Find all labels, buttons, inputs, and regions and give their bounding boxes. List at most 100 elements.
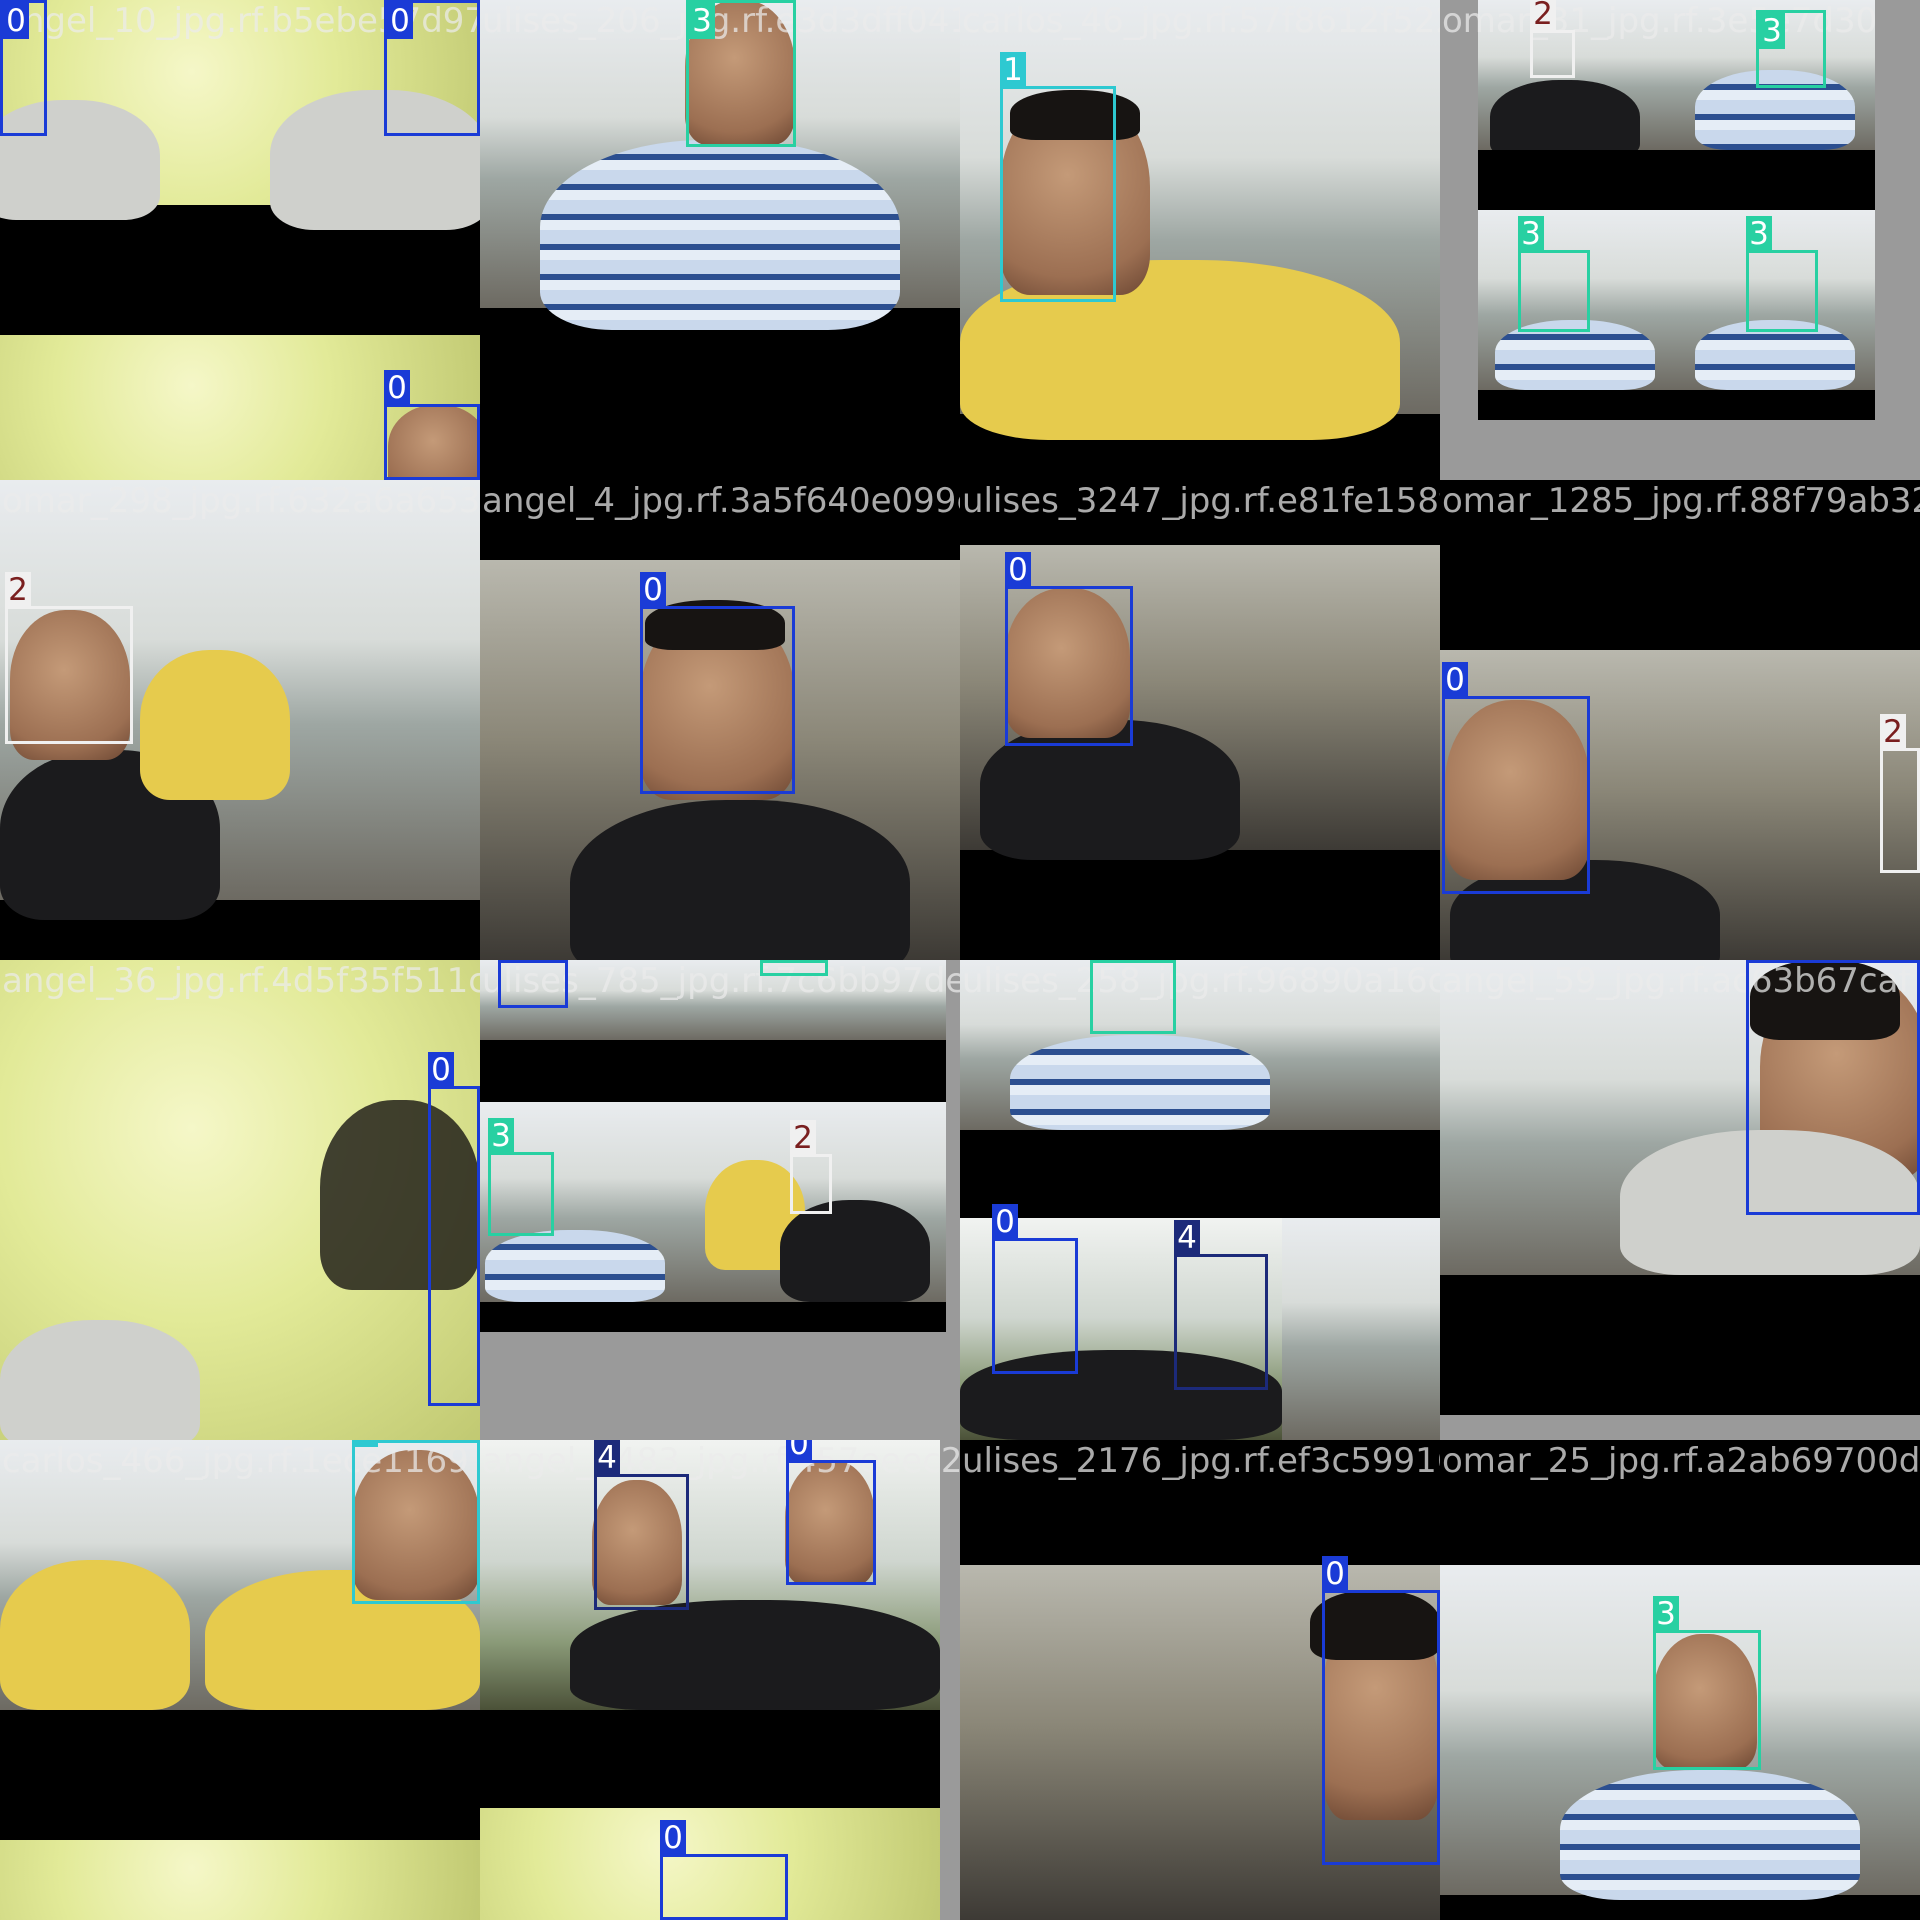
class-label: 0	[1442, 662, 1468, 698]
mosaic-tile: ulises_206_jpg.rf.e3d3dff041 3	[480, 0, 960, 480]
image-filename: angel_4_jpg.rf.3a5f640e099e	[482, 481, 960, 521]
class-label: 2	[1530, 0, 1556, 32]
bounding-box: 0	[992, 1204, 1078, 1374]
class-label: 0	[387, 3, 413, 39]
letterbox	[1478, 150, 1875, 210]
bounding-box: 4	[594, 1440, 689, 1610]
class-label: 3	[689, 3, 715, 39]
class-label: 2	[1880, 714, 1906, 750]
bounding-box: 0	[384, 370, 480, 480]
class-label: 2	[790, 1120, 816, 1156]
letterbox	[1440, 1275, 1920, 1415]
bounding-box: 4	[1174, 1220, 1268, 1390]
class-label: 0	[992, 1204, 1018, 1240]
bounding-box: 0	[0, 0, 47, 136]
image-filename: omar_298_jpg.rf.632a6a653	[2, 481, 480, 521]
bounding-box: 3	[1518, 216, 1590, 332]
image-filename: ulises_3247_jpg.rf.e81fe158f6	[962, 481, 1440, 521]
mosaic-tile: omar_1285_jpg.rf.88f79ab32 0 2	[1440, 480, 1920, 960]
bounding-box: 1	[1000, 52, 1116, 302]
class-label: 3	[488, 1118, 514, 1154]
image-filename: carlos_46_jpg.rf.57f8612f522	[962, 1, 1440, 41]
bounding-box: 0	[1322, 1556, 1440, 1865]
mosaic-tile: angel_10_jpg.rf.b5ebe57d97 0 0 0	[0, 0, 480, 480]
mosaic-tile: omar_31_jpg.rf.3e5e7d30 2 3 3 3	[1440, 0, 1920, 480]
class-label: 0	[384, 370, 410, 406]
person	[540, 140, 900, 330]
mosaic-tile: angel_59_jpg.rf.ac63b67caf 0	[1440, 960, 1920, 1440]
bounding-box: 3	[1756, 10, 1826, 88]
person	[1490, 80, 1640, 160]
person	[0, 1320, 200, 1440]
mosaic-tile: carlos_466_jpg.rf.1ece1169 1	[0, 1440, 480, 1920]
class-label: 0	[1005, 552, 1031, 588]
class-label: 4	[1174, 1220, 1200, 1256]
person	[0, 1560, 190, 1710]
bounding-box: 2	[1530, 0, 1575, 78]
class-label: 3	[1518, 216, 1544, 252]
image-filename: ulises_258_jpg.rf.96890a16c	[962, 961, 1440, 1001]
bounding-box: 3	[1653, 1596, 1761, 1770]
bounding-box: 0	[640, 572, 795, 794]
bounding-box: 3	[1090, 960, 1176, 1034]
image-filename: omar_25_jpg.rf.a2ab69700d	[1442, 1441, 1920, 1481]
class-label: 3	[1653, 1596, 1679, 1632]
bounding-box: 3	[760, 960, 828, 976]
mosaic-tile: omar_25_jpg.rf.a2ab69700d 3	[1440, 1440, 1920, 1920]
class-label: 3	[1746, 216, 1772, 252]
class-label: 4	[594, 1440, 620, 1476]
bounding-box: 2	[5, 572, 133, 744]
mosaic-tile: carlos_46_jpg.rf.57f8612f522 1	[960, 0, 1440, 480]
mosaic-tile: angel_4_jpg.rf.3a5f640e099e 0	[480, 480, 960, 960]
class-label: 2	[5, 572, 31, 608]
image-filename: angel_36_jpg.rf.4d5f35f511c6	[2, 961, 480, 1001]
bounding-box: 0	[1005, 552, 1133, 746]
bounding-box: 3	[686, 0, 796, 147]
mosaic-tile: angel_36_jpg.rf.4d5f35f511c6 0	[0, 960, 480, 1440]
photo	[0, 1840, 480, 1920]
class-label: 0	[786, 1440, 812, 1462]
mosaic-tile: angel_1483_jpg.rf.457eeec23 4 0 0	[480, 1440, 960, 1920]
letterbox	[480, 1040, 946, 1102]
mosaic-tile: ulises_785_jpg.rf.7c6bb97de 0 3 3 2	[480, 960, 960, 1440]
class-label: 0	[1322, 1556, 1348, 1592]
image-filename: omar_1285_jpg.rf.88f79ab32	[1442, 481, 1920, 521]
bounding-box: 0	[384, 0, 480, 136]
letterbox	[1478, 390, 1875, 420]
detection-mosaic: angel_10_jpg.rf.b5ebe57d97 0 0 0 ulises_…	[0, 0, 1920, 1920]
bounding-box: 0	[498, 960, 568, 1008]
image-filename: angel_1483_jpg.rf.457eeec23	[482, 1441, 960, 1481]
class-label: 3	[1090, 960, 1116, 962]
mosaic-tile: ulises_2176_jpg.rf.ef3c599160 0	[960, 1440, 1440, 1920]
letterbox	[480, 1710, 940, 1808]
person	[1010, 1035, 1270, 1130]
bounding-box: 3	[1746, 216, 1818, 332]
bounding-box: 2	[1880, 714, 1920, 873]
person	[570, 1600, 940, 1710]
bounding-box: 3	[488, 1118, 554, 1236]
class-label: 1	[1000, 52, 1026, 88]
image-filename: ulises_2176_jpg.rf.ef3c599160	[962, 1441, 1440, 1481]
bounding-box: 1	[352, 1440, 480, 1604]
person	[780, 1200, 930, 1302]
person	[570, 800, 910, 960]
bounding-box: 0	[1442, 662, 1590, 894]
class-label: 0	[498, 960, 524, 962]
class-label: 0	[1746, 960, 1772, 962]
mosaic-tile: omar_298_jpg.rf.632a6a653 2	[0, 480, 480, 960]
bounding-box: 0	[1746, 960, 1920, 1215]
mosaic-tile: ulises_3247_jpg.rf.e81fe158f6 0	[960, 480, 1440, 960]
bounding-box: 2	[790, 1120, 832, 1214]
person	[140, 650, 290, 800]
class-label: 0	[660, 1820, 686, 1856]
letterbox	[960, 1130, 1440, 1218]
mosaic-tile: ulises_258_jpg.rf.96890a16c 3 0 4	[960, 960, 1440, 1440]
class-label: 3	[1759, 13, 1785, 49]
photo	[1282, 1218, 1440, 1440]
class-label: 0	[428, 1052, 454, 1088]
class-label: 1	[352, 1440, 378, 1447]
person	[485, 1230, 665, 1302]
letterbox	[480, 1302, 946, 1332]
class-label: 3	[760, 960, 786, 962]
bounding-box: 0	[660, 1820, 788, 1920]
